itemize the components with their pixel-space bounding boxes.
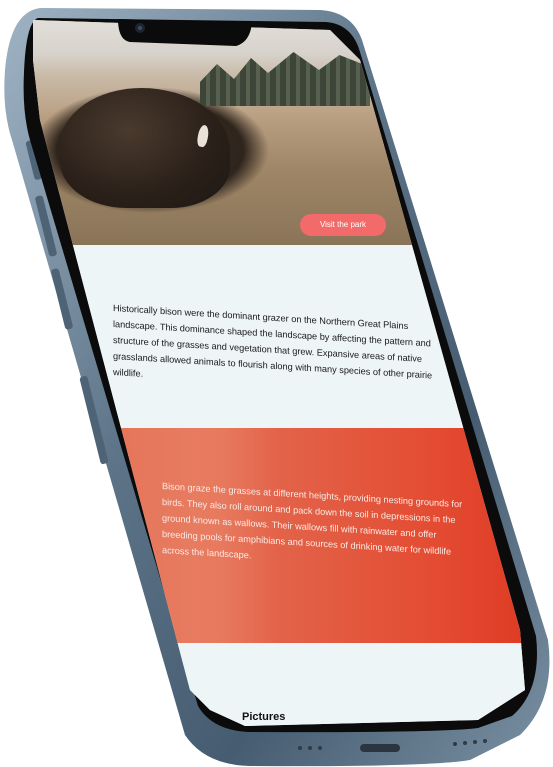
tree-line xyxy=(200,52,370,106)
phone-mockup: Visit the park Historically bison were t… xyxy=(0,0,553,767)
bottom-speaker-grille xyxy=(298,739,487,750)
pictures-heading: Pictures xyxy=(242,711,286,723)
screen: Visit the park Historically bison were t… xyxy=(33,20,525,726)
bison-figure xyxy=(60,88,230,208)
charging-port xyxy=(360,744,400,752)
hero-image xyxy=(33,20,525,245)
pictures-section xyxy=(33,643,525,726)
page-content: Visit the park Historically bison were t… xyxy=(33,20,525,726)
visit-park-button[interactable]: Visit the park xyxy=(300,214,386,236)
